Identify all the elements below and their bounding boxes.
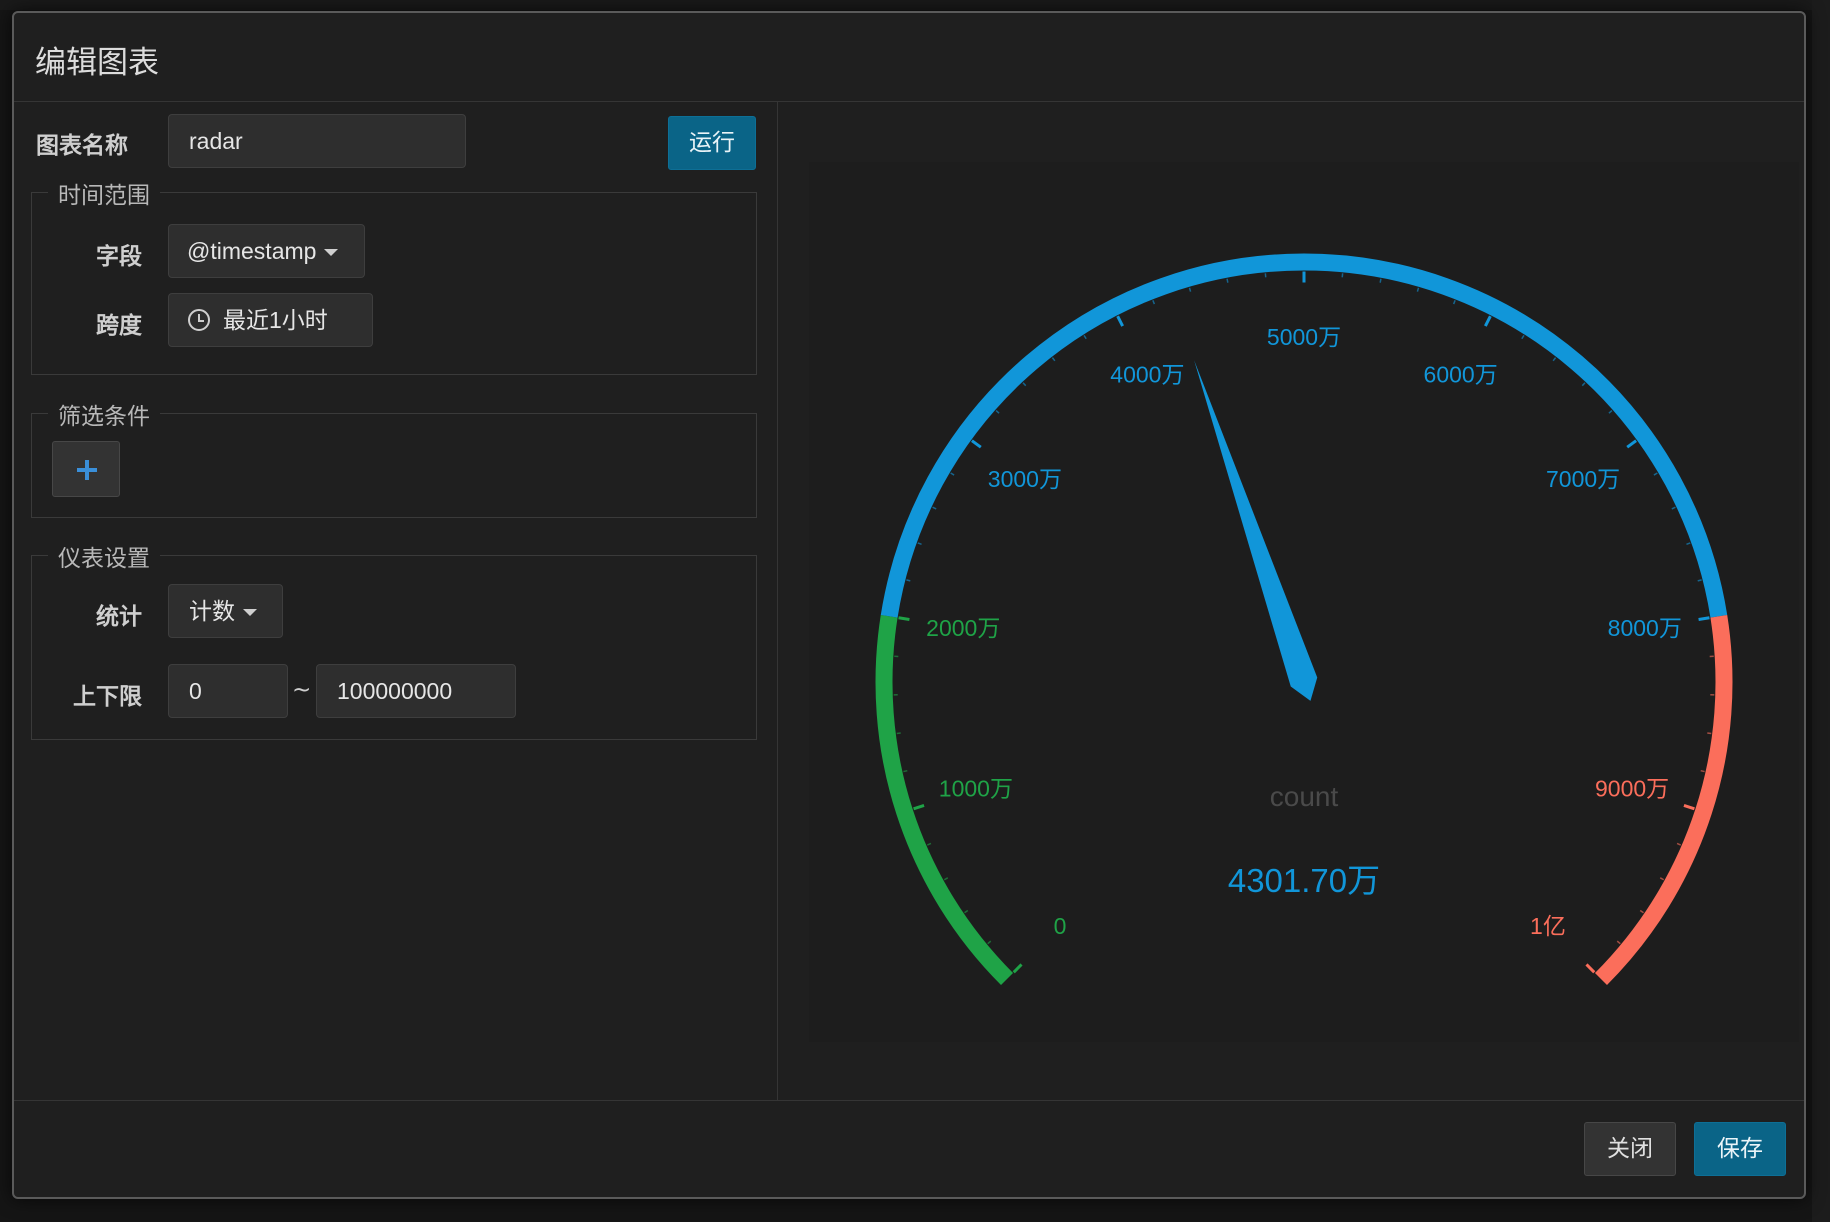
gauge-minor-tick-34	[1608, 409, 1613, 414]
add-filter-button[interactable]	[52, 441, 120, 497]
gauge-settings-legend: 仪表设置	[48, 539, 160, 573]
gauge-minor-tick-22	[1188, 287, 1192, 292]
edit-chart-modal: 编辑图表 图表名称 radar 运行 时间范围 字段 @timestamp 跨度…	[12, 11, 1806, 1199]
span-value: 最近1小时	[223, 307, 328, 333]
gauge-minor-tick-48	[1639, 909, 1644, 914]
gauge-minor-tick-49	[1616, 940, 1621, 945]
modal-footer: 关闭 保存	[14, 1100, 1804, 1197]
chevron-down-icon	[324, 249, 339, 257]
stat-value: 计数	[189, 598, 235, 624]
gauge-minor-tick-27	[1379, 278, 1382, 283]
gauge-tick-4	[1116, 315, 1124, 327]
gauge-tick-label-6: 6000万	[1424, 362, 1498, 388]
gauge-minor-tick-44	[1700, 769, 1705, 773]
gauge-tick-label-8: 8000万	[1608, 615, 1682, 641]
clock-icon	[188, 309, 210, 331]
gauge-minor-tick-17	[1022, 382, 1027, 387]
chart-name-label: 图表名称	[36, 133, 128, 159]
background-dashboard-top	[0, 0, 1830, 10]
save-button[interactable]: 保存	[1694, 1122, 1786, 1176]
gauge-minor-tick-33	[1581, 382, 1586, 387]
gauge-minor-tick-3	[943, 877, 949, 881]
gauge-needle	[1194, 360, 1318, 701]
gauge-band-1	[880, 253, 1728, 618]
gauge-minor-tick-43	[1707, 732, 1712, 735]
gauge-minor-tick-11	[906, 579, 911, 582]
gauge-minor-tick-2	[964, 909, 969, 914]
time-range-fieldset: 时间范围 字段 @timestamp 跨度 最近1小时	[31, 176, 757, 375]
stat-label: 统计	[96, 604, 142, 630]
span-picker[interactable]: 最近1小时	[168, 293, 373, 347]
gauge-tick-label-10: 1亿	[1530, 913, 1566, 939]
gauge-minor-tick-12	[917, 542, 922, 546]
filter-fieldset: 筛选条件	[31, 397, 757, 518]
gauge-tick-9	[1683, 804, 1695, 811]
gauge-minor-tick-13	[932, 506, 937, 510]
gauge-minor-tick-28	[1416, 287, 1420, 292]
upper-bound-input[interactable]: 100000000	[316, 664, 516, 718]
gauge-tick-label-3: 3000万	[988, 466, 1062, 492]
gauge-tick-label-2: 2000万	[926, 615, 1000, 641]
field-dropdown[interactable]: @timestamp	[168, 224, 365, 278]
gauge-value-label: 4301.70万	[1228, 862, 1380, 899]
chevron-down-icon	[243, 609, 257, 617]
gauge-tick-label-7: 7000万	[1546, 466, 1620, 492]
gauge-minor-tick-7	[896, 732, 901, 735]
close-button[interactable]: 关闭	[1584, 1122, 1676, 1176]
gauge-chart-area: 0 1000万 2000万 3000万 4000万 5000万 6000万 7000万 8000…	[809, 162, 1799, 1042]
field-label: 字段	[96, 244, 142, 270]
gauge-tick-6	[1484, 315, 1492, 327]
gauge-tick-0	[1012, 963, 1023, 974]
time-range-legend: 时间范围	[48, 176, 160, 210]
gauge-minor-tick-47	[1659, 877, 1665, 881]
gauge-tick-3	[971, 439, 982, 449]
gauge-settings-fieldset: 仪表设置 统计 计数 上下限 0 ~ 100000000	[31, 539, 757, 740]
gauge-tick-8	[1698, 616, 1710, 621]
gauge-minor-tick-39	[1697, 579, 1702, 582]
gauge-tick-1	[913, 804, 925, 811]
gauge-minor-tick-4	[926, 842, 932, 846]
gauge-minor-tick-29	[1452, 300, 1456, 305]
gauge-minor-tick-1	[987, 940, 992, 945]
gauge-minor-tick-36	[1653, 472, 1658, 476]
modal-title: 编辑图表	[35, 45, 159, 81]
gauge-tick-label-9: 9000万	[1595, 776, 1669, 802]
gauge-minor-tick-31	[1521, 335, 1525, 340]
stat-dropdown[interactable]: 计数	[168, 584, 283, 638]
filter-legend: 筛选条件	[48, 397, 160, 431]
gauge-tick-10	[1585, 963, 1596, 974]
gauge-minor-tick-21	[1152, 300, 1156, 305]
chart-name-input[interactable]: radar	[168, 114, 466, 168]
modal-header: 编辑图表	[14, 13, 1804, 102]
gauge-minor-tick-16	[995, 409, 1000, 414]
gauge-minor-tick-23	[1226, 278, 1229, 283]
chart-settings-panel: 图表名称 radar 运行 时间范围 字段 @timestamp 跨度 最近1小…	[14, 102, 778, 1100]
bounds-label: 上下限	[73, 684, 142, 710]
gauge-minor-tick-46	[1676, 842, 1682, 846]
gauge-minor-tick-6	[903, 769, 908, 773]
gauge-tick-2	[898, 616, 910, 621]
gauge-minor-tick-38	[1686, 542, 1691, 546]
gauge-minor-tick-14	[950, 472, 955, 476]
gauge-chart: 0 1000万 2000万 3000万 4000万 5000万 6000万 7000万 8000…	[875, 253, 1733, 985]
bounds-separator: ~	[292, 677, 312, 703]
field-dropdown-value: @timestamp	[187, 238, 317, 264]
lower-bound-input[interactable]: 0	[168, 664, 288, 718]
gauge-tick-label-5: 5000万	[1267, 324, 1341, 350]
gauge-minor-tick-18	[1051, 357, 1056, 362]
gauge-tick-label-4: 4000万	[1110, 362, 1184, 388]
span-label: 跨度	[96, 313, 142, 339]
background-dashboard-right	[1812, 0, 1830, 1222]
gauge-minor-tick-37	[1671, 506, 1676, 510]
gauge-series-name: count	[1270, 781, 1339, 812]
gauge-tick-label-0: 0	[1054, 913, 1067, 939]
gauge-tick-label-1: 1000万	[939, 776, 1013, 802]
chart-preview-panel: 0 1000万 2000万 3000万 4000万 5000万 6000万 7000万 8000…	[779, 102, 1804, 1100]
gauge-minor-tick-32	[1552, 357, 1557, 362]
gauge-tick-7	[1626, 439, 1637, 449]
run-button[interactable]: 运行	[668, 116, 756, 170]
gauge-minor-tick-19	[1083, 335, 1087, 340]
